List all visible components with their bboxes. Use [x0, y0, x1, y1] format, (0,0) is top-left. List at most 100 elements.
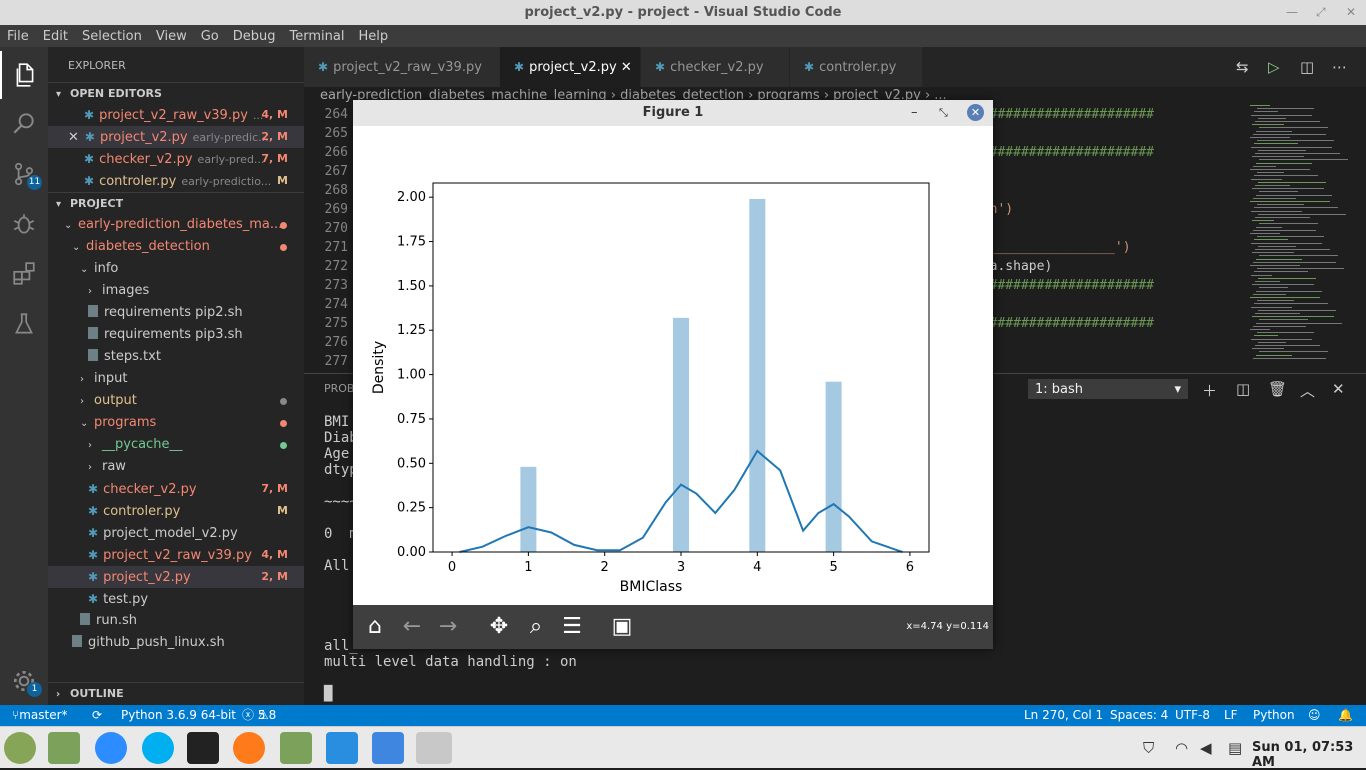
tree-item[interactable]: requirements pip2.sh — [48, 302, 304, 324]
home-icon[interactable]: ⌂ — [362, 614, 388, 640]
split-terminal-icon[interactable]: ◫ — [1236, 380, 1250, 398]
save-figure-icon[interactable]: ▣ — [609, 614, 635, 640]
tree-item[interactable]: github_push_linux.sh — [48, 632, 304, 654]
outline-header[interactable]: › OUTLINE — [48, 682, 304, 704]
maximize-panel-icon[interactable]: ︿ — [1300, 380, 1315, 401]
menu-debug[interactable]: Debug — [233, 29, 276, 44]
wifi-icon[interactable]: ◠ — [1175, 739, 1188, 757]
tree-item[interactable]: ⌄ diabetes_detection — [48, 236, 304, 258]
end-of-line[interactable]: LF — [1224, 705, 1238, 726]
search-icon[interactable] — [0, 99, 48, 147]
tree-item[interactable]: ✱ project_model_v2.py — [48, 522, 304, 544]
panel-tab-problems[interactable]: PROB — [324, 382, 354, 395]
configure-subplots-icon[interactable]: ☰ — [559, 614, 585, 640]
minimap[interactable] — [1248, 105, 1352, 373]
tree-item[interactable]: › output — [48, 390, 304, 412]
encoding[interactable]: UTF-8 — [1175, 705, 1210, 726]
forward-arrow-icon[interactable]: → — [435, 614, 461, 640]
vscode-icon[interactable] — [326, 732, 358, 764]
mint-menu-icon[interactable] — [4, 732, 36, 764]
new-terminal-icon[interactable]: ＋ — [1202, 380, 1217, 401]
kill-terminal-icon[interactable]: 🗑 — [1268, 380, 1287, 398]
close-window-icon[interactable]: ✕ — [1346, 0, 1356, 25]
clock[interactable]: Sun 01, 07:53 AM — [1252, 740, 1366, 770]
shield-icon[interactable]: ⛉ — [1143, 739, 1154, 757]
tree-item[interactable]: › __pycache__ — [48, 434, 304, 456]
split-editor-icon[interactable]: ◫ — [1300, 47, 1314, 87]
restore-icon[interactable]: ⤢ — [1316, 0, 1326, 25]
testing-flask-icon[interactable] — [0, 300, 48, 348]
tree-item[interactable]: requirements pip3.sh — [48, 324, 304, 346]
close-panel-icon[interactable]: ✕ — [1332, 380, 1345, 398]
menu-selection[interactable]: Selection — [82, 29, 142, 44]
firefox-icon[interactable] — [233, 732, 265, 764]
debug-icon[interactable] — [0, 200, 48, 248]
minimize-icon[interactable]: — — [1286, 0, 1298, 25]
skype-icon[interactable] — [142, 732, 174, 764]
tree-item[interactable]: steps.txt — [48, 346, 304, 368]
volume-icon[interactable]: ◀ — [1200, 739, 1212, 757]
feedback-icon[interactable]: ☺ — [1308, 705, 1321, 726]
run-file-icon[interactable]: ▷ — [1268, 47, 1280, 87]
menu-view[interactable]: View — [156, 29, 187, 44]
back-arrow-icon[interactable]: ← — [399, 614, 425, 640]
language-mode[interactable]: Python — [1253, 705, 1295, 726]
tab-project-v2[interactable]: ✱ project_v2.py ✕ — [500, 47, 640, 87]
open-editor-item[interactable]: ✱ project_v2_raw_v39.py... 4, M — [48, 104, 304, 126]
tree-item[interactable]: run.sh — [48, 610, 304, 632]
files-icon[interactable] — [48, 732, 80, 764]
source-control-icon[interactable]: 11 — [0, 150, 48, 198]
tree-item[interactable]: › input — [48, 368, 304, 390]
tree-item[interactable]: ✱ project_v2_raw_v39.py 4, M — [48, 544, 304, 566]
open-changes-icon[interactable]: ⇆ — [1236, 47, 1249, 87]
menu-help[interactable]: Help — [358, 29, 388, 44]
menu-edit[interactable]: Edit — [43, 29, 68, 44]
git-branch[interactable]: ⑂ master* — [12, 705, 68, 726]
indentation[interactable]: Spaces: 4 — [1110, 705, 1168, 726]
tree-item[interactable]: ⌄ programs — [48, 412, 304, 434]
figure-minimize-icon[interactable]: – — [911, 100, 918, 126]
tree-item[interactable]: ⌄ early-prediction_diabetes_ma... — [48, 214, 304, 236]
tree-item[interactable]: ✱ project_v2.py 2, M — [48, 566, 304, 588]
clipboard-icon[interactable]: ▤ — [1228, 739, 1242, 757]
terminal-app-icon[interactable] — [187, 732, 219, 764]
tree-item[interactable]: › images — [48, 280, 304, 302]
python-interpreter[interactable]: Python 3.6.9 64-bit — [121, 705, 236, 726]
tab-checker-v2[interactable]: ✱ checker_v2.py — [641, 47, 789, 87]
tree-item[interactable]: ✱ checker_v2.py 7, M — [48, 478, 304, 500]
open-editor-item[interactable]: ✱ checker_v2.py early-pred... 7, M — [48, 148, 304, 170]
close-editor-icon[interactable]: ✕ — [68, 130, 79, 145]
problems-count[interactable]: ⓧ 5 ⚠ 8 — [242, 705, 276, 726]
open-editors-header[interactable]: ▾ OPEN EDITORS — [48, 82, 304, 104]
tab-project-v2-raw-v39[interactable]: ✱ project_v2_raw_v39.py — [304, 47, 500, 87]
project-header[interactable]: ▾ PROJECT — [48, 192, 304, 214]
explorer-icon[interactable] — [0, 51, 48, 99]
pan-icon[interactable]: ✥ — [486, 614, 512, 640]
tab-controler[interactable]: ✱ controler.py — [790, 47, 922, 87]
menu-go[interactable]: Go — [201, 29, 219, 44]
extensions-icon[interactable] — [0, 250, 48, 298]
tree-item[interactable]: ✱ controler.py M — [48, 500, 304, 522]
folder-icon[interactable] — [280, 732, 312, 764]
menu-file[interactable]: File — [7, 29, 29, 44]
tree-item[interactable]: ⌄ info — [48, 258, 304, 280]
more-actions-icon[interactable]: ⋯ — [1332, 47, 1347, 87]
close-tab-icon[interactable]: ✕ — [621, 60, 632, 75]
figure-close-icon[interactable]: ✕ — [967, 104, 984, 121]
tree-item[interactable]: ✱ test.py — [48, 588, 304, 610]
terminal-select[interactable]: 1: bash ▾ — [1028, 379, 1188, 399]
cursor-position[interactable]: Ln 270, Col 1 — [1024, 705, 1103, 726]
figure-maximize-icon[interactable]: ⤡ — [939, 100, 948, 126]
sync-icon[interactable]: ⟳ — [92, 705, 102, 726]
zoom-icon[interactable]: ⌕ — [523, 614, 549, 640]
tree-item-label: input — [94, 371, 128, 386]
menu-terminal[interactable]: Terminal — [290, 29, 345, 44]
tree-item[interactable]: › raw — [48, 456, 304, 478]
settings-gear-icon[interactable]: 1 — [0, 657, 48, 705]
open-editor-item[interactable]: ✕ ✱ project_v2.py early-predic... 2, M — [48, 126, 304, 148]
wps-icon[interactable] — [372, 732, 404, 764]
open-editor-item[interactable]: ✱ controler.py early-predictio... M — [48, 170, 304, 192]
zoom-icon[interactable] — [95, 732, 127, 764]
notifications-bell-icon[interactable]: 🔔 — [1338, 705, 1353, 726]
matplotlib-figure-task-icon[interactable] — [416, 732, 452, 764]
